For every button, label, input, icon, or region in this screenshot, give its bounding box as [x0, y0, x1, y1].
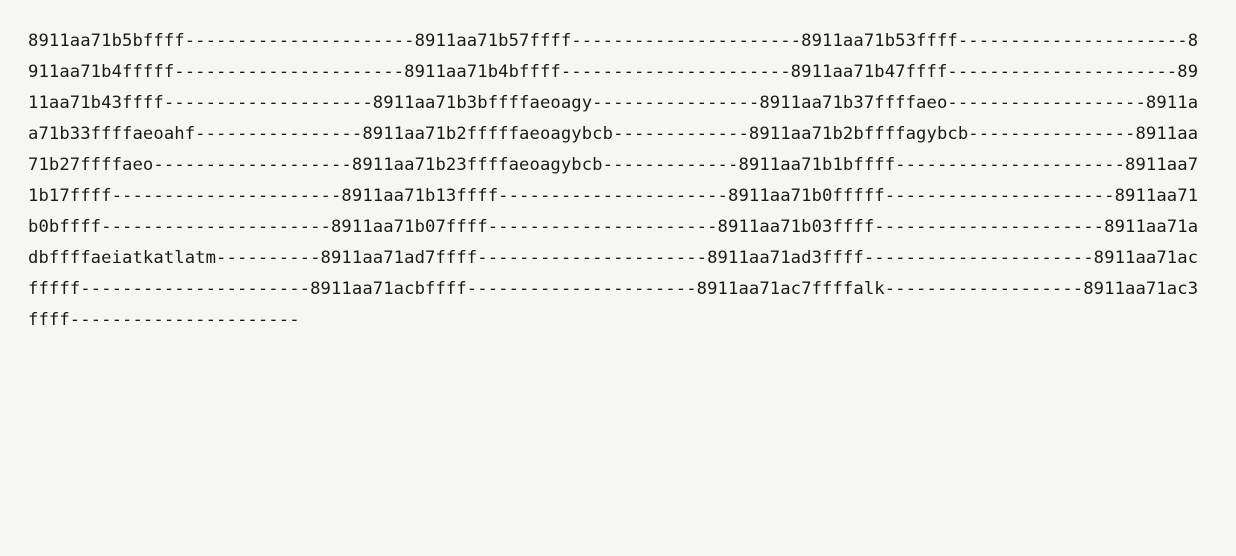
raw-text-content: 8911aa71b5bffff----------------------891… [28, 26, 1208, 336]
